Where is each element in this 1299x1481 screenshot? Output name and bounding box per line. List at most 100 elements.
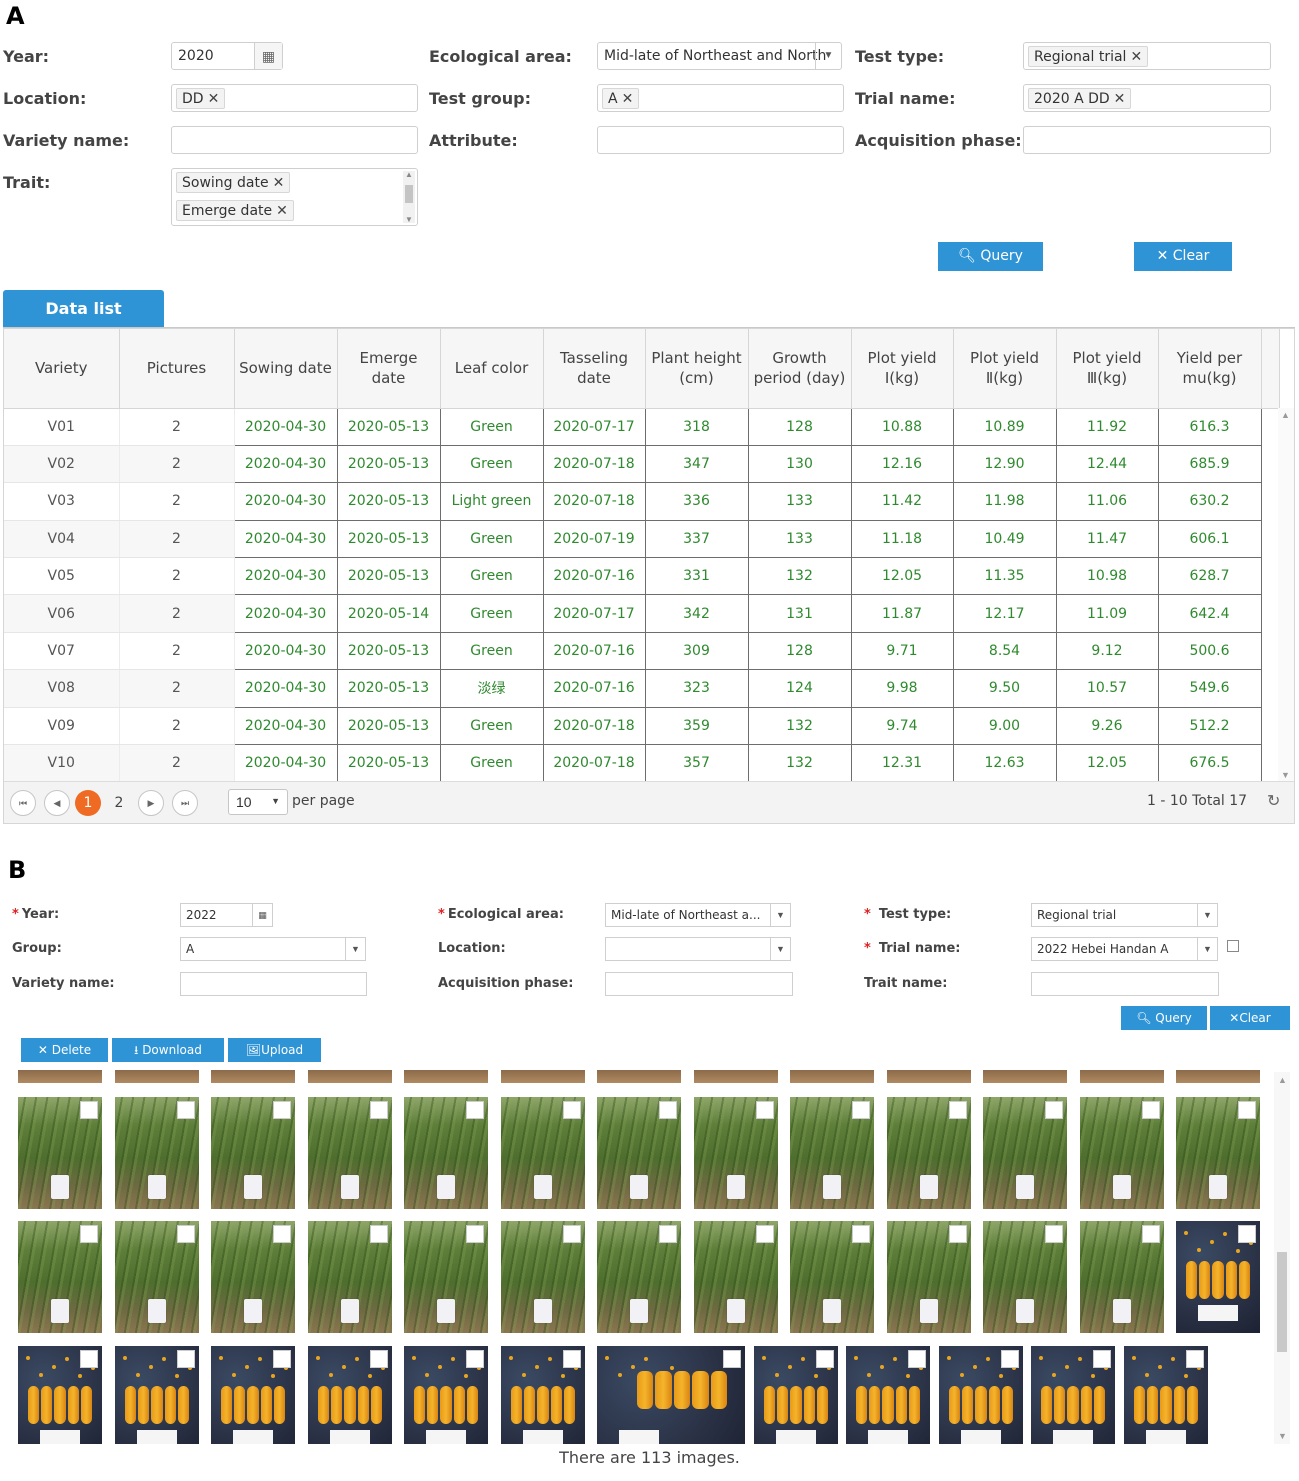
cell-plot-yield-3[interactable]: 11.06 [1055,482,1159,521]
field-plant-photo-thumbnail[interactable] [501,1221,585,1333]
cell-plant-height[interactable]: 336 [644,482,749,521]
select-image-checkbox[interactable] [177,1225,195,1243]
select-image-checkbox[interactable] [273,1350,291,1368]
select-image-checkbox[interactable] [659,1225,677,1243]
field-plant-photo-thumbnail[interactable] [597,1097,681,1209]
cell-emerge-date[interactable]: 2020-05-13 [336,519,441,559]
corn-ear-photo-thumbnail[interactable] [211,1346,295,1444]
scroll-up-icon[interactable]: ▲ [405,170,413,179]
cell-yield-per-mu[interactable]: 628.7 [1157,557,1262,596]
table-row[interactable]: V04 2 2020-04-30 2020-05-13 Green 2020-07-19 3… [4,519,1279,559]
column-header-leaf-color[interactable]: Leaf color [440,329,544,409]
remove-tag-icon[interactable]: ✕ [1114,91,1126,107]
select-image-checkbox[interactable] [370,1101,388,1119]
download-button[interactable]: ⭳ Download [112,1038,224,1062]
select-image-checkbox[interactable] [177,1101,195,1119]
scroll-thumb[interactable] [405,185,413,203]
select-image-checkbox[interactable] [563,1350,581,1368]
gallery-thumbnail-partial[interactable] [1176,1070,1260,1083]
cell-growth-period[interactable]: 130 [747,444,852,484]
cell-tasseling-date[interactable]: 2020-07-16 [542,557,646,596]
cell-plant-height[interactable]: 337 [644,519,749,559]
field-plant-photo-thumbnail[interactable] [18,1221,102,1333]
cell-plant-height[interactable]: 323 [644,669,749,708]
field-plant-photo-thumbnail[interactable] [404,1097,488,1209]
cell-plot-yield-3[interactable]: 12.05 [1055,744,1159,783]
trial-checkbox[interactable] [1227,940,1239,952]
table-row[interactable]: V03 2 2020-04-30 2020-05-13 Light green 2020-… [4,482,1279,521]
gallery-thumbnail-partial[interactable] [115,1070,199,1083]
trial-name-field[interactable]: 2020 A DD ✕ [1023,84,1271,112]
select-image-checkbox[interactable] [852,1225,870,1243]
select-image-checkbox[interactable] [723,1350,741,1368]
cell-emerge-date[interactable]: 2020-05-13 [336,444,441,484]
refresh-icon[interactable]: ↻ [1267,791,1280,811]
select-image-checkbox[interactable] [1238,1225,1256,1243]
page-2-button[interactable]: 2 [106,790,132,816]
cell-plot-yield-1[interactable]: 9.71 [850,631,954,671]
chevron-down-icon[interactable]: ▼ [1197,938,1217,960]
select-image-checkbox[interactable] [659,1101,677,1119]
cell-sowing-date[interactable]: 2020-04-30 [233,631,338,671]
cell-emerge-date[interactable]: 2020-05-13 [336,631,441,671]
corn-ear-photo-thumbnail[interactable] [754,1346,838,1444]
chevron-down-icon[interactable]: ▼ [770,904,790,926]
cell-plant-height[interactable]: 359 [644,706,749,746]
cell-growth-period[interactable]: 124 [747,669,852,708]
cell-plot-yield-2[interactable]: 9.00 [952,706,1057,746]
query-button[interactable]: 🔍︎ Query [938,242,1043,271]
gallery-thumbnail-partial[interactable] [597,1070,681,1083]
cell-sowing-date[interactable]: 2020-04-30 [233,407,338,446]
select-image-checkbox[interactable] [1045,1101,1063,1119]
remove-tag-icon[interactable]: ✕ [622,91,634,107]
cell-tasseling-date[interactable]: 2020-07-18 [542,744,646,783]
cell-sowing-date[interactable]: 2020-04-30 [233,519,338,559]
field-plant-photo-thumbnail[interactable] [308,1221,392,1333]
select-image-checkbox[interactable] [1001,1350,1019,1368]
gallery-thumbnail-partial[interactable] [501,1070,585,1083]
cell-yield-per-mu[interactable]: 512.2 [1157,706,1262,746]
cell-plot-yield-1[interactable]: 12.16 [850,444,954,484]
table-row[interactable]: V05 2 2020-04-30 2020-05-13 Green 2020-07-16 3… [4,557,1279,596]
cell-plot-yield-3[interactable]: 9.12 [1055,631,1159,671]
cell-emerge-date[interactable]: 2020-05-13 [336,669,441,708]
chevron-down-icon[interactable]: ▼ [271,796,280,806]
trait-scrollbar[interactable]: ▲ ▼ [403,170,415,224]
field-plant-photo-thumbnail[interactable] [1080,1221,1164,1333]
ecological-area-select[interactable]: Mid-late of Northeast and North ▼ [597,42,842,70]
gallery-thumbnail-partial[interactable] [983,1070,1067,1083]
table-row[interactable]: V07 2 2020-04-30 2020-05-13 Green 2020-07-16 3… [4,631,1279,671]
select-image-checkbox[interactable] [1186,1350,1204,1368]
field-plant-photo-thumbnail[interactable] [115,1221,199,1333]
select-image-checkbox[interactable] [80,1225,98,1243]
cell-tasseling-date[interactable]: 2020-07-19 [542,519,646,559]
location-select[interactable]: ▼ [605,937,791,961]
cell-sowing-date[interactable]: 2020-04-30 [233,594,338,633]
cell-leaf-color[interactable]: Green [439,519,544,559]
remove-tag-icon[interactable]: ✕ [1130,49,1142,65]
corn-ear-photo-thumbnail[interactable] [846,1346,930,1444]
cell-plot-yield-1[interactable]: 9.98 [850,669,954,708]
corn-ear-photo-thumbnail[interactable] [1176,1221,1260,1333]
cell-plot-yield-2[interactable]: 12.63 [952,744,1057,783]
cell-plot-yield-1[interactable]: 11.87 [850,594,954,633]
cell-growth-period[interactable]: 133 [747,519,852,559]
scroll-up-icon[interactable]: ▲ [1278,1075,1287,1085]
table-row[interactable]: V06 2 2020-04-30 2020-05-14 Green 2020-07-17 3… [4,594,1279,633]
cell-plot-yield-3[interactable]: 10.98 [1055,557,1159,596]
select-image-checkbox[interactable] [466,1101,484,1119]
field-plant-photo-thumbnail[interactable] [983,1221,1067,1333]
cell-growth-period[interactable]: 128 [747,407,852,446]
cell-yield-per-mu[interactable]: 630.2 [1157,482,1262,521]
scroll-up-icon[interactable]: ▲ [1281,410,1290,420]
select-image-checkbox[interactable] [273,1101,291,1119]
cell-sowing-date[interactable]: 2020-04-30 [233,444,338,484]
select-image-checkbox[interactable] [466,1350,484,1368]
corn-ear-photo-thumbnail[interactable] [501,1346,585,1444]
first-page-icon[interactable]: ⏮︎ [10,790,36,816]
test-type-select[interactable]: Regional trial ▼ [1031,903,1218,927]
tab-data-list[interactable]: Data list [3,290,164,328]
cell-sowing-date[interactable]: 2020-04-30 [233,744,338,783]
cell-tasseling-date[interactable]: 2020-07-18 [542,482,646,521]
corn-ear-photo-thumbnail[interactable] [1124,1346,1208,1444]
